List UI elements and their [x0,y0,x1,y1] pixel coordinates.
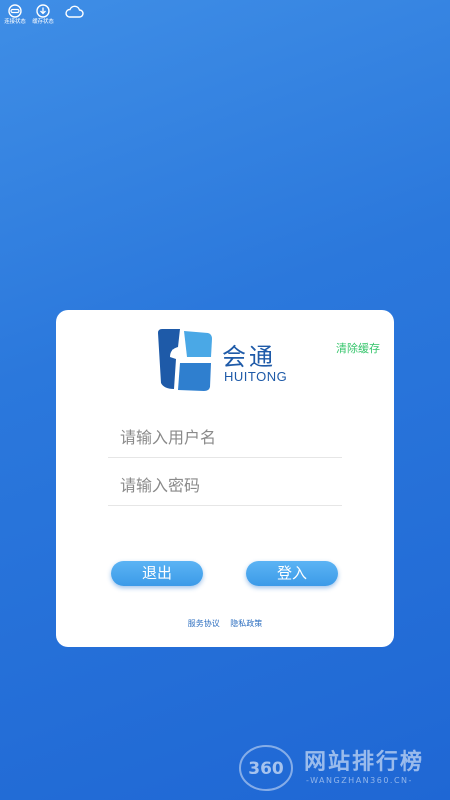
connection-status[interactable]: 连接状态 [3,4,27,25]
watermark-english: -WANGZHAN360.CN- [306,776,413,785]
link-icon [8,4,22,18]
username-field [108,418,342,458]
privacy-policy-link[interactable]: 隐私政策 [230,619,262,628]
login-button[interactable]: 登入 [246,561,338,586]
cloud-icon [65,5,84,18]
huitong-logo: 会通 HUITONG [154,327,294,397]
watermark: 360 网站排行榜 -WANGZHAN360.CN- [238,738,448,798]
status-bar: 连接状态 缓存状态 [3,4,86,25]
cache-status-label: 缓存状态 [32,18,54,25]
cache-status[interactable]: 缓存状态 [31,4,55,25]
password-field [108,466,342,506]
logo-english-name: HUITONG [224,369,288,384]
download-icon [36,4,50,18]
exit-button[interactable]: 退出 [111,561,203,586]
clear-cache-button[interactable]: 清除缓存 [336,340,380,356]
cloud-status[interactable] [62,5,86,25]
connection-status-label: 连接状态 [4,18,26,25]
password-input[interactable] [108,466,342,505]
logo-chinese-name: 会通 [222,343,276,371]
policy-links: 服务协议 隐私政策 [56,618,394,629]
watermark-badge-text: 360 [248,759,284,779]
watermark-badge: 360 [239,745,293,791]
login-card: 会通 HUITONG 清除缓存 退出 登入 服务协议 隐私政策 [56,310,394,647]
service-agreement-link[interactable]: 服务协议 [188,619,220,628]
login-screen: { "status": { "items": [ {"icon": "link-… [0,0,450,800]
watermark-chinese: 网站排行榜 [304,750,425,775]
username-input[interactable] [108,418,342,457]
huitong-logo-mark [158,329,212,391]
